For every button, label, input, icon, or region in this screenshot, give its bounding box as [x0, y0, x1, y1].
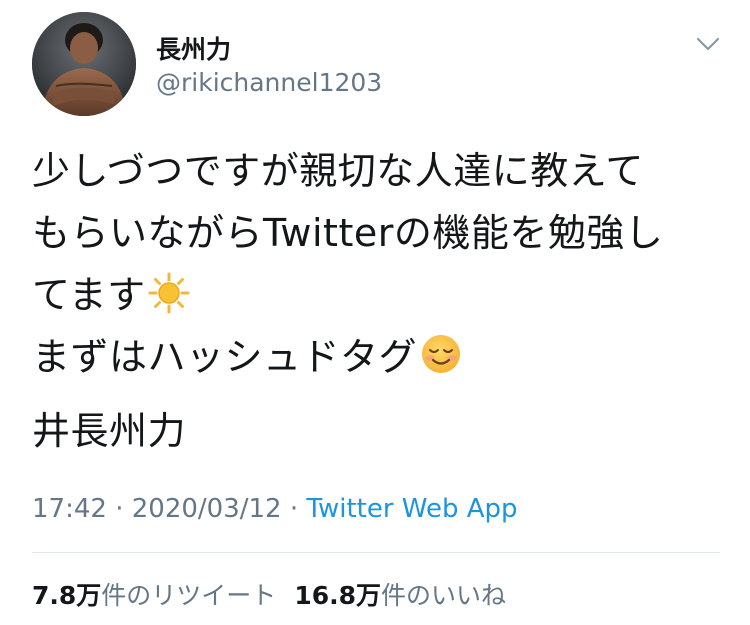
user-handle[interactable]: @rikichannel1203: [156, 68, 382, 97]
meta-separator: ·: [281, 494, 307, 524]
tweet-line-text: まずはハッシュドタグ: [32, 335, 418, 379]
tweet-stats: 7.8万件のリツイート 16.8万件のいいね: [32, 576, 506, 612]
hashtag-link[interactable]: 井長州力: [32, 409, 186, 453]
retweets-count: 7.8万: [32, 581, 102, 610]
smiling-face-emoji-icon: [419, 332, 463, 394]
tweet-meta: 17:42 · 2020/03/12 · Twitter Web App: [32, 494, 518, 524]
tweet-line: 少しづつですが親切な人達に教えて: [32, 149, 644, 193]
tweet-line: もらいながらTwitterの機能を勉強し: [32, 211, 664, 255]
display-name[interactable]: 長州力: [156, 30, 231, 66]
retweets-label: 件のリツイート: [101, 581, 277, 610]
sun-emoji-icon: [148, 270, 190, 332]
chevron-down-icon[interactable]: [694, 34, 722, 54]
tweet-line: まずはハッシュドタグ: [32, 326, 722, 388]
avatar[interactable]: [32, 12, 136, 116]
meta-separator: ·: [106, 494, 132, 524]
retweets-stat[interactable]: 7.8万件のリツイート: [32, 581, 276, 610]
tweet-date: 2020/03/12: [131, 494, 282, 524]
tweet-line: 井長州力: [32, 400, 722, 462]
likes-stat[interactable]: 16.8万件のいいね: [294, 581, 506, 610]
tweet-line: てます: [32, 264, 722, 326]
tweet-time: 17:42: [32, 494, 107, 524]
tweet-source-link[interactable]: Twitter Web App: [306, 494, 517, 524]
tweet-text: 少しづつですが親切な人達に教えて もらいながらTwitterの機能を勉強し てま…: [32, 140, 722, 462]
profile-photo: [32, 12, 136, 116]
tweet-line-text: てます: [32, 273, 146, 317]
likes-count: 16.8万: [294, 581, 381, 610]
likes-label: 件のいいね: [381, 581, 507, 610]
divider: [32, 552, 720, 553]
